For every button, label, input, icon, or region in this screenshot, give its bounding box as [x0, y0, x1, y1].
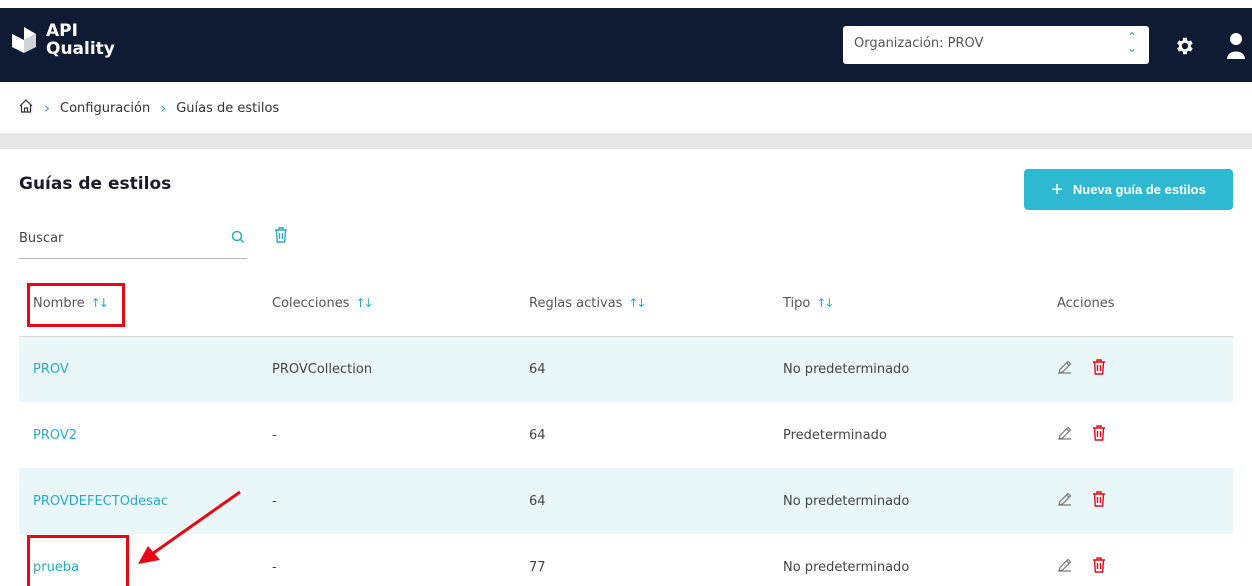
divider-band — [0, 133, 1252, 149]
breadcrumb-separator-icon: › — [44, 99, 50, 117]
breadcrumb-item-configuracion[interactable]: Configuración — [60, 101, 150, 116]
breadcrumb: › Configuración › Guías de estilos — [18, 96, 279, 120]
type-cell: No predeterminado — [783, 468, 1038, 534]
logo-text: API Quality — [46, 22, 115, 58]
logo-line-1: API — [46, 21, 78, 41]
logo-icon — [10, 25, 40, 55]
search-input[interactable] — [19, 227, 219, 249]
select-arrows-icon: ⌃ ⌄ — [1126, 30, 1137, 55]
organization-select[interactable]: Organización: PROV ⌃ ⌄ — [843, 26, 1149, 64]
trash-icon[interactable] — [1091, 556, 1107, 578]
collections-cell: - — [272, 468, 529, 534]
collections-cell: PROVCollection — [272, 336, 529, 402]
top-bar: API Quality Organización: PROV ⌃ ⌄ — [0, 8, 1252, 82]
type-cell: No predeterminado — [783, 559, 910, 575]
rules-cell: 64 — [529, 336, 783, 402]
collections-cell: - — [272, 559, 277, 575]
column-header-label: Colecciones — [272, 296, 350, 312]
new-style-guide-label: Nueva guía de estilos — [1072, 182, 1206, 197]
trash-icon[interactable] — [1091, 358, 1107, 380]
sort-icon[interactable]: ↑↓ — [356, 296, 374, 310]
page-title: Guías de estilos — [19, 174, 172, 194]
sort-icon[interactable]: ↑↓ — [816, 296, 834, 310]
breadcrumb-item-guias: Guías de estilos — [176, 100, 280, 116]
search-field — [19, 221, 247, 259]
user-icon[interactable] — [1226, 32, 1246, 60]
sort-icon[interactable]: ↑↓ — [628, 296, 646, 310]
trash-icon[interactable] — [1091, 490, 1107, 512]
column-header-colecciones[interactable]: Colecciones ↑↓ — [272, 272, 529, 337]
type-cell: No predeterminado — [783, 336, 1038, 402]
gear-icon[interactable] — [1173, 35, 1195, 57]
breadcrumb-separator-icon: › — [160, 99, 167, 117]
table-row: PROV2 - 64 Predeterminado — [19, 402, 1233, 468]
collections-cell: - — [272, 427, 277, 443]
plus-icon: + — [1051, 178, 1063, 201]
rules-cell: 64 — [529, 468, 783, 534]
edit-icon[interactable] — [1057, 557, 1073, 577]
column-header-reglas[interactable]: Reglas activas ↑↓ — [529, 272, 783, 337]
column-header-label: Reglas activas — [529, 296, 623, 312]
table-header-row: Nombre ↑↓ Colecciones ↑↓ Reglas activas ↑↓ … — [19, 272, 1233, 337]
search-icon[interactable] — [230, 229, 246, 249]
edit-icon[interactable] — [1057, 425, 1073, 445]
home-icon[interactable] — [18, 98, 34, 118]
annotation-arrow-icon — [130, 488, 245, 572]
style-guide-name-link[interactable]: PROV — [33, 362, 69, 377]
edit-icon[interactable] — [1057, 359, 1073, 379]
app-logo[interactable]: API Quality — [10, 22, 115, 58]
style-guide-name-link[interactable]: PROV2 — [33, 428, 77, 443]
highlight-box-nombre — [27, 283, 125, 327]
rules-cell: 77 — [529, 559, 546, 575]
row-actions — [1038, 556, 1233, 578]
rules-cell: 64 — [529, 427, 546, 443]
highlight-box-prueba — [27, 535, 129, 586]
logo-line-2: Quality — [46, 39, 115, 59]
table-row: PROV PROVCollection 64 No predeterminado — [19, 336, 1233, 402]
type-cell: Predeterminado — [783, 427, 887, 443]
row-actions — [1038, 358, 1233, 380]
column-header-acciones: Acciones — [1038, 272, 1233, 337]
row-actions — [1038, 424, 1233, 446]
row-actions — [1038, 490, 1233, 512]
organization-select-value: Organización: PROV — [854, 36, 984, 51]
edit-icon[interactable] — [1057, 491, 1073, 511]
new-style-guide-button[interactable]: + Nueva guía de estilos — [1024, 169, 1233, 210]
trash-icon[interactable] — [1091, 424, 1107, 446]
column-header-label: Tipo — [783, 296, 811, 312]
column-header-tipo[interactable]: Tipo ↑↓ — [783, 272, 1038, 337]
trash-icon[interactable] — [273, 226, 289, 248]
